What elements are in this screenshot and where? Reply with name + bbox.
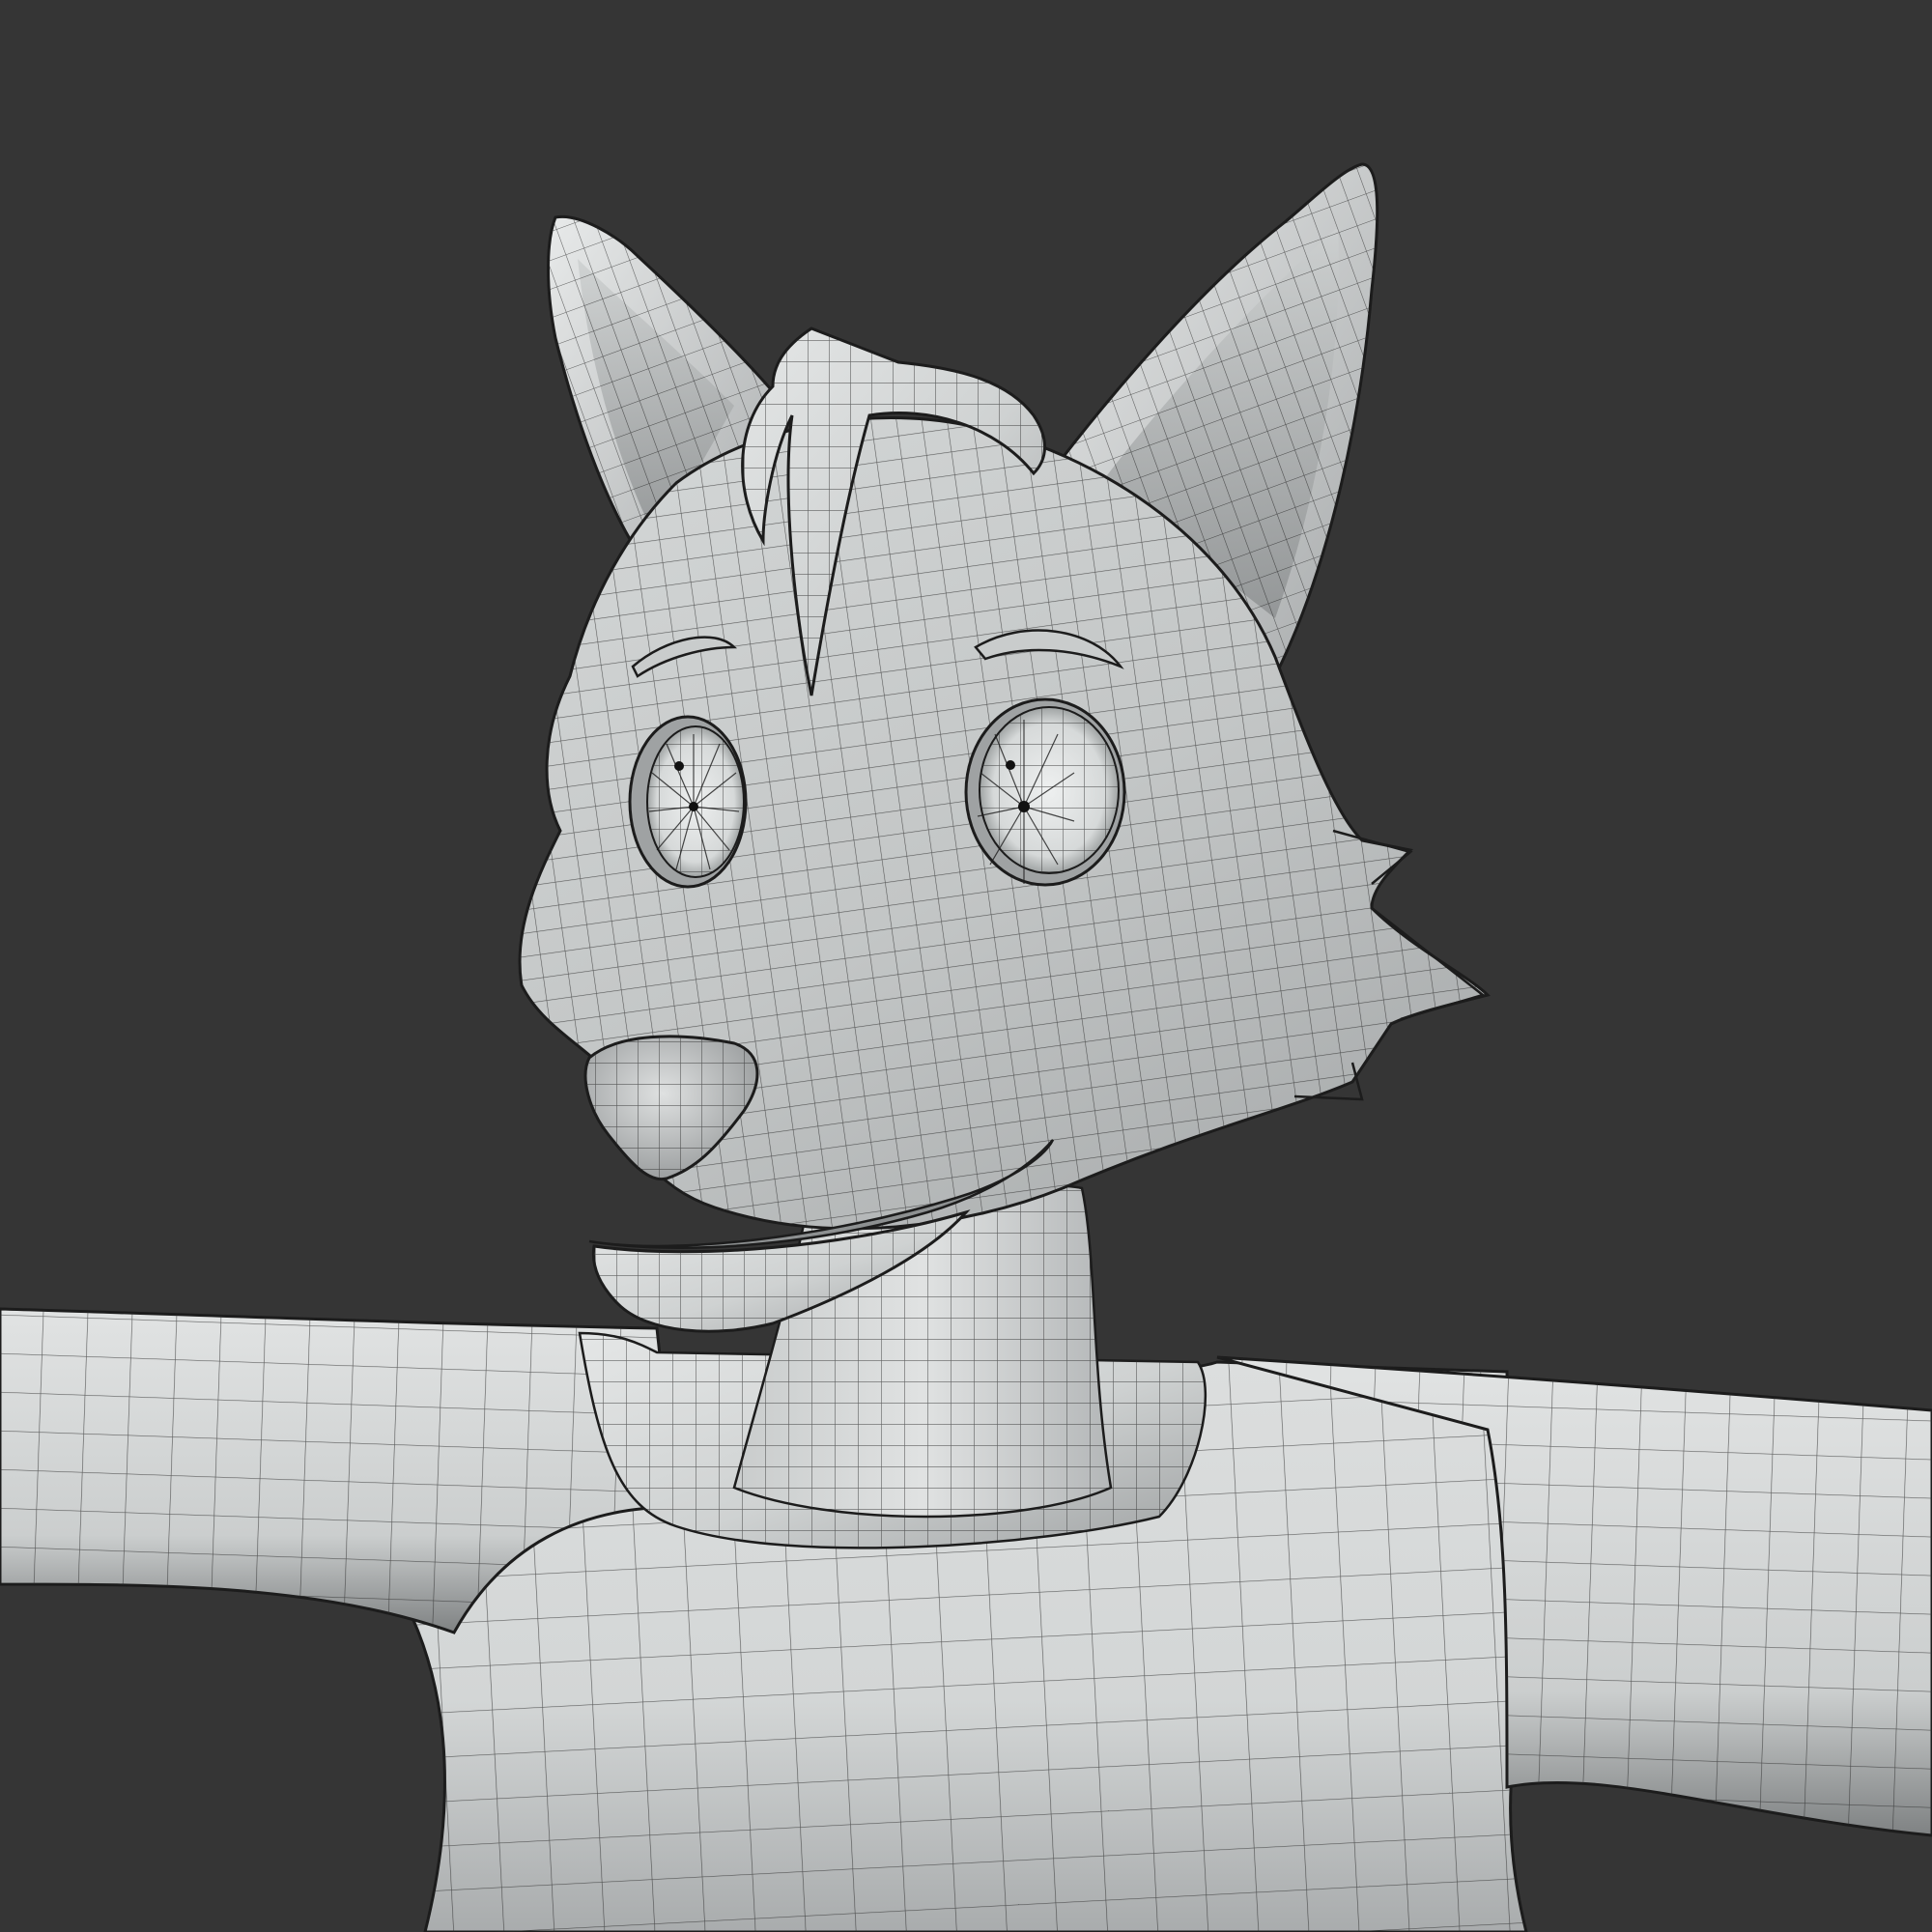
3d-viewport[interactable] (0, 0, 1932, 1932)
right-eye-mesh[interactable] (964, 697, 1126, 887)
left-eye-mesh[interactable] (628, 715, 748, 889)
